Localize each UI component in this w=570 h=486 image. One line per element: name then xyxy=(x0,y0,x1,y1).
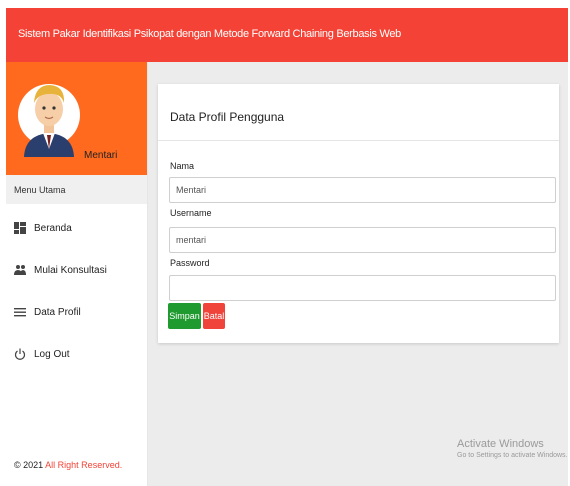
cancel-button[interactable]: Batal xyxy=(203,303,225,329)
sidebar-item-label: Log Out xyxy=(34,349,70,360)
username-label: Username xyxy=(170,208,212,218)
menu-heading: Menu Utama xyxy=(6,175,147,204)
activate-windows-watermark: Activate Windows Go to Settings to activ… xyxy=(457,438,568,459)
dashboard-icon xyxy=(14,222,26,234)
watermark-title: Activate Windows xyxy=(457,438,544,450)
sidebar-item-beranda[interactable]: Beranda xyxy=(6,212,147,246)
sidebar-item-label: Beranda xyxy=(34,223,72,234)
top-header-bar: Sistem Pakar Identifikasi Psikopat denga… xyxy=(6,8,568,62)
footer-copyright: © 2021 All Right Reserved. xyxy=(14,460,122,470)
power-icon xyxy=(14,348,26,360)
watermark-subtitle: Go to Settings to activate Windows. xyxy=(457,452,568,459)
users-icon xyxy=(14,265,26,275)
password-label: Password xyxy=(170,258,210,268)
profile-panel: Mentari xyxy=(6,62,147,175)
app-title: Sistem Pakar Identifikasi Psikopat denga… xyxy=(18,28,401,40)
profile-form-card: Data Profil Pengguna Nama Mentari Userna… xyxy=(158,84,559,343)
name-field[interactable]: Mentari xyxy=(169,177,556,203)
sidebar-item-mulai-konsultasi[interactable]: Mulai Konsultasi xyxy=(6,254,147,288)
sidebar-item-label: Data Profil xyxy=(34,307,81,318)
sidebar-item-data-profil[interactable]: Data Profil xyxy=(6,296,147,330)
password-field[interactable] xyxy=(169,275,556,301)
avatar xyxy=(18,84,80,157)
save-button[interactable]: Simpan xyxy=(168,303,201,329)
sidebar: Mentari Menu Utama Beranda Mulai Konsult… xyxy=(6,62,148,486)
page-title: Data Profil Pengguna xyxy=(170,110,285,124)
sidebar-item-log-out[interactable]: Log Out xyxy=(6,338,147,372)
copyright-year: © 2021 xyxy=(14,460,44,470)
name-label: Nama xyxy=(170,161,195,171)
divider xyxy=(158,140,559,141)
sidebar-item-label: Mulai Konsultasi xyxy=(34,265,107,276)
profile-name: Mentari xyxy=(84,150,118,161)
main-content: Data Profil Pengguna Nama Mentari Userna… xyxy=(148,62,568,486)
list-icon xyxy=(14,308,26,317)
copyright-text: All Right Reserved. xyxy=(45,460,123,470)
username-field[interactable]: mentari xyxy=(169,227,556,253)
menu-heading-label: Menu Utama xyxy=(14,185,66,195)
